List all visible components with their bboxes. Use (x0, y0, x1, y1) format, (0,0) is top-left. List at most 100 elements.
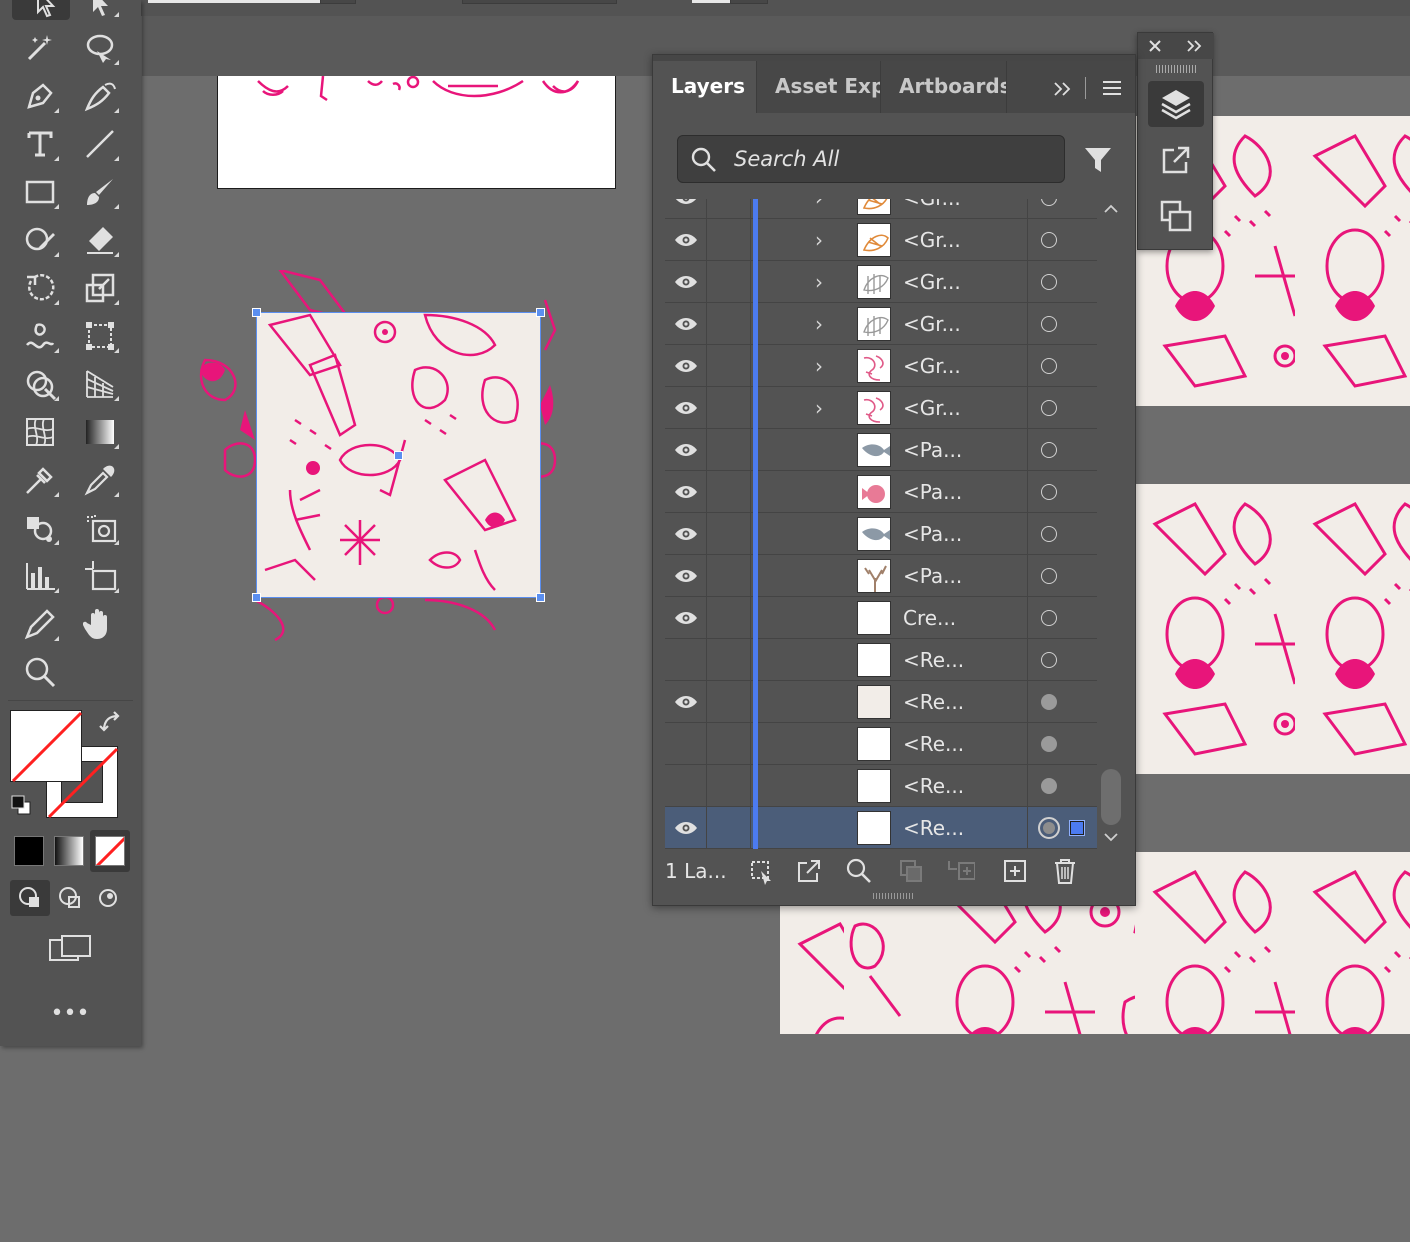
column-graph-icon[interactable] (20, 556, 60, 596)
visibility-toggle[interactable] (665, 429, 707, 471)
color-mode-button[interactable] (14, 836, 44, 866)
expand-chevron-icon[interactable]: › (815, 312, 835, 336)
layer-name[interactable]: <Re... (903, 723, 964, 765)
layer-row[interactable]: <Re... (665, 807, 1097, 849)
lock-toggle[interactable] (707, 387, 751, 429)
selection-tool-icon[interactable] (12, 0, 70, 20)
default-fill-stroke-icon[interactable] (10, 794, 34, 818)
layer-row[interactable]: <Re... (665, 681, 1097, 723)
visibility-toggle[interactable] (665, 555, 707, 597)
lock-toggle[interactable] (707, 555, 751, 597)
draw-inside-icon[interactable] (90, 880, 126, 916)
visibility-eye-icon[interactable] (673, 358, 699, 374)
type-tool-icon[interactable] (20, 124, 60, 164)
visibility-toggle[interactable] (665, 639, 707, 681)
eyedropper-blend-icon[interactable] (20, 460, 60, 500)
visibility-toggle[interactable] (665, 765, 707, 807)
layer-row[interactable]: › <Gr... (665, 219, 1097, 261)
panel-menu-icon[interactable] (1101, 79, 1123, 97)
lock-toggle[interactable] (707, 261, 751, 303)
none-mode-button[interactable] (90, 830, 130, 872)
visibility-toggle[interactable] (665, 261, 707, 303)
selected-art-indicator[interactable] (1069, 820, 1085, 836)
visibility-eye-icon[interactable] (673, 274, 699, 290)
pencil-icon[interactable] (20, 604, 60, 644)
target-circle-icon[interactable] (1041, 610, 1057, 626)
selection-handle[interactable] (252, 593, 261, 602)
visibility-toggle[interactable] (665, 681, 707, 723)
curvature-tool-icon[interactable] (80, 76, 120, 116)
visibility-eye-icon[interactable] (673, 610, 699, 626)
magic-wand-icon[interactable] (20, 28, 60, 68)
lock-toggle[interactable] (707, 219, 751, 261)
layer-name[interactable]: <Re... (903, 807, 964, 849)
expand-chevron-icon[interactable]: › (815, 354, 835, 378)
layers-scrollbar[interactable] (1099, 199, 1123, 849)
layer-row[interactable]: <Pa... (665, 555, 1097, 597)
eraser-icon[interactable] (80, 220, 120, 260)
target-circle-icon[interactable] (1041, 736, 1057, 752)
visibility-toggle[interactable] (665, 303, 707, 345)
visibility-eye-icon[interactable] (673, 568, 699, 584)
lock-toggle[interactable] (707, 199, 751, 219)
layer-row[interactable]: Cre... (665, 597, 1097, 639)
target-circle-icon[interactable] (1041, 400, 1057, 416)
layer-name[interactable]: <Re... (903, 765, 964, 807)
visibility-eye-icon[interactable] (673, 526, 699, 542)
rotate-tool-icon[interactable] (20, 268, 60, 308)
layer-name[interactable]: <Pa... (903, 471, 962, 513)
target-circle-icon[interactable] (1041, 274, 1057, 290)
visibility-toggle[interactable] (665, 807, 707, 849)
layer-row[interactable]: › <Gr... (665, 303, 1097, 345)
target-circle-icon[interactable] (1041, 526, 1057, 542)
visibility-eye-icon[interactable] (673, 694, 699, 710)
control-swatch[interactable] (692, 0, 730, 3)
visibility-eye-icon[interactable] (673, 820, 699, 836)
control-dropdown[interactable] (730, 0, 768, 4)
visibility-eye-icon[interactable] (673, 442, 699, 458)
target-circle-icon[interactable] (1041, 568, 1057, 584)
selection-handle[interactable] (252, 308, 261, 317)
locate-object-icon[interactable] (845, 857, 873, 885)
control-field[interactable] (148, 0, 320, 3)
gradient-tool-icon[interactable] (80, 412, 120, 452)
target-circle-icon[interactable] (1041, 316, 1057, 332)
artboard-top[interactable] (217, 76, 616, 189)
lock-toggle[interactable] (707, 681, 751, 723)
gradient-mode-button[interactable] (54, 836, 84, 866)
layer-row[interactable]: <Pa... (665, 471, 1097, 513)
layer-row[interactable]: <Pa... (665, 429, 1097, 471)
search-input[interactable]: Search All (677, 135, 1065, 183)
warp-tool-icon[interactable] (20, 316, 60, 356)
lock-toggle[interactable] (707, 471, 751, 513)
layer-row[interactable]: › <Gr... (665, 199, 1097, 219)
direct-selection-tool-icon[interactable] (80, 0, 120, 20)
draw-behind-icon[interactable] (52, 880, 88, 916)
target-circle-icon[interactable] (1041, 694, 1057, 710)
layer-row[interactable]: <Re... (665, 723, 1097, 765)
layer-name[interactable]: <Pa... (903, 513, 962, 555)
tab-asset-export[interactable]: Asset Expo (757, 61, 881, 113)
more-tabs-icon[interactable] (1053, 81, 1073, 97)
lock-toggle[interactable] (707, 345, 751, 387)
expand-chevron-icon[interactable]: › (815, 270, 835, 294)
target-circle-icon[interactable] (1041, 232, 1057, 248)
slice-icon[interactable] (80, 508, 120, 548)
close-icon[interactable] (1148, 39, 1162, 53)
expand-chevron-icon[interactable]: › (815, 199, 835, 210)
draw-normal-icon[interactable] (10, 880, 50, 916)
target-circle-icon[interactable] (1041, 442, 1057, 458)
panel-resize-grip[interactable] (873, 893, 913, 899)
layer-row[interactable]: <Re... (665, 765, 1097, 807)
lock-toggle[interactable] (707, 597, 751, 639)
lasso-icon[interactable] (80, 28, 120, 68)
export-icon[interactable] (795, 857, 823, 885)
selection-handle[interactable] (536, 308, 545, 317)
visibility-eye-icon[interactable] (673, 316, 699, 332)
visibility-eye-icon[interactable] (673, 484, 699, 500)
layer-name[interactable]: <Re... (903, 681, 964, 723)
target-circle-icon[interactable] (1041, 484, 1057, 500)
tab-artboards[interactable]: Artboards (881, 61, 1007, 113)
target-circle-icon[interactable] (1041, 778, 1057, 794)
layers-icon[interactable] (1148, 81, 1204, 127)
